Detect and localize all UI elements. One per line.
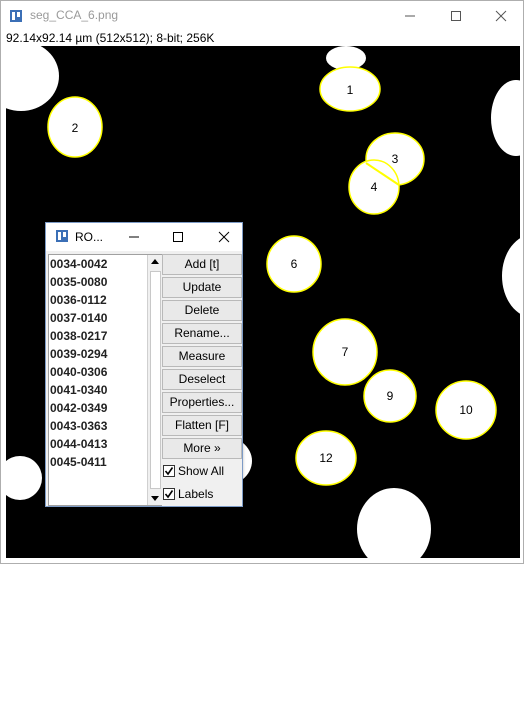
checkbox-box[interactable] bbox=[163, 465, 175, 477]
roi-label: 2 bbox=[72, 121, 79, 135]
list-scrollbar[interactable] bbox=[147, 255, 162, 505]
roi-label: 10 bbox=[459, 403, 473, 417]
checkmark-icon bbox=[164, 467, 174, 476]
roi-label: 9 bbox=[387, 389, 394, 403]
scroll-up-button[interactable] bbox=[148, 255, 162, 269]
list-item[interactable]: 0036-0112 bbox=[49, 291, 161, 309]
cell-blob bbox=[502, 238, 520, 314]
title-bar[interactable]: seg_CCA_6.png bbox=[1, 1, 523, 31]
imagej-icon bbox=[56, 230, 68, 242]
checkmark-icon bbox=[164, 490, 174, 499]
show-all-label: Show All bbox=[178, 464, 225, 478]
measure-button[interactable]: Measure bbox=[162, 346, 242, 367]
minimize-icon bbox=[405, 15, 415, 17]
image-info: 92.14x92.14 µm (512x512); 8-bit; 256K bbox=[6, 31, 215, 45]
roi-list[interactable]: 0034-0042 0035-0080 0036-0112 0037-0140 … bbox=[48, 254, 162, 506]
close-icon bbox=[218, 231, 230, 243]
roi-minimize-button[interactable] bbox=[114, 223, 154, 251]
cell-blob bbox=[6, 46, 59, 111]
maximize-icon bbox=[451, 11, 461, 21]
roi-cell-7: 7 bbox=[312, 318, 378, 386]
update-button[interactable]: Update bbox=[162, 277, 242, 298]
list-item[interactable]: 0043-0363 bbox=[49, 417, 161, 435]
imagej-icon bbox=[10, 10, 22, 22]
list-item[interactable]: 0044-0413 bbox=[49, 435, 161, 453]
list-item[interactable]: 0034-0042 bbox=[49, 255, 161, 273]
list-item[interactable]: 0040-0306 bbox=[49, 363, 161, 381]
list-item[interactable]: 0039-0294 bbox=[49, 345, 161, 363]
list-item[interactable]: 0045-0411 bbox=[49, 453, 161, 471]
cell-blob bbox=[357, 488, 431, 558]
roi-label: 6 bbox=[291, 257, 298, 271]
list-item[interactable]: 0038-0217 bbox=[49, 327, 161, 345]
properties-button[interactable]: Properties... bbox=[162, 392, 242, 413]
cell-blob bbox=[326, 46, 366, 70]
triangle-up-icon bbox=[151, 259, 159, 264]
scroll-thumb[interactable] bbox=[150, 271, 161, 489]
maximize-button[interactable] bbox=[433, 1, 479, 31]
flatten-button[interactable]: Flatten [F] bbox=[162, 415, 242, 436]
roi-cell-10: 10 bbox=[435, 380, 497, 440]
maximize-icon bbox=[173, 232, 183, 242]
roi-close-button[interactable] bbox=[204, 223, 244, 251]
minimize-icon bbox=[129, 236, 139, 238]
more-button[interactable]: More » bbox=[162, 438, 242, 459]
roi-label: 4 bbox=[371, 180, 378, 194]
cell-blob bbox=[6, 456, 42, 500]
window-title: seg_CCA_6.png bbox=[30, 8, 119, 22]
roi-manager-title-bar[interactable]: RO... bbox=[46, 223, 242, 251]
triangle-down-icon bbox=[151, 496, 159, 501]
roi-label: 12 bbox=[319, 451, 333, 465]
roi-cell-12: 12 bbox=[295, 430, 357, 486]
scroll-down-button[interactable] bbox=[148, 491, 162, 505]
list-item[interactable]: 0041-0340 bbox=[49, 381, 161, 399]
list-item[interactable]: 0035-0080 bbox=[49, 273, 161, 291]
roi-label: 7 bbox=[342, 345, 349, 359]
roi-cell-1: 1 bbox=[319, 66, 381, 112]
add-button[interactable]: Add [t] bbox=[162, 254, 242, 275]
close-icon bbox=[495, 10, 507, 22]
list-item[interactable]: 0037-0140 bbox=[49, 309, 161, 327]
deselect-button[interactable]: Deselect bbox=[162, 369, 242, 390]
labels-label: Labels bbox=[178, 487, 214, 501]
minimize-button[interactable] bbox=[387, 1, 433, 31]
delete-button[interactable]: Delete bbox=[162, 300, 242, 321]
roi-cell-2: 2 bbox=[47, 96, 103, 158]
roi-cell-6: 6 bbox=[266, 235, 322, 293]
roi-cell-9: 9 bbox=[363, 369, 417, 423]
roi-maximize-button[interactable] bbox=[158, 223, 198, 251]
checkbox-box[interactable] bbox=[163, 488, 175, 500]
list-item[interactable]: 0042-0349 bbox=[49, 399, 161, 417]
cell-blob bbox=[491, 80, 520, 156]
roi-manager-title: RO... bbox=[75, 230, 104, 244]
rename-button[interactable]: Rename... bbox=[162, 323, 242, 344]
roi-manager-window: RO... 0034-0042 0035-0080 0036-0112 0037… bbox=[45, 222, 243, 507]
roi-label: 1 bbox=[347, 83, 354, 97]
roi-label: 3 bbox=[392, 152, 399, 166]
close-button[interactable] bbox=[478, 1, 524, 31]
